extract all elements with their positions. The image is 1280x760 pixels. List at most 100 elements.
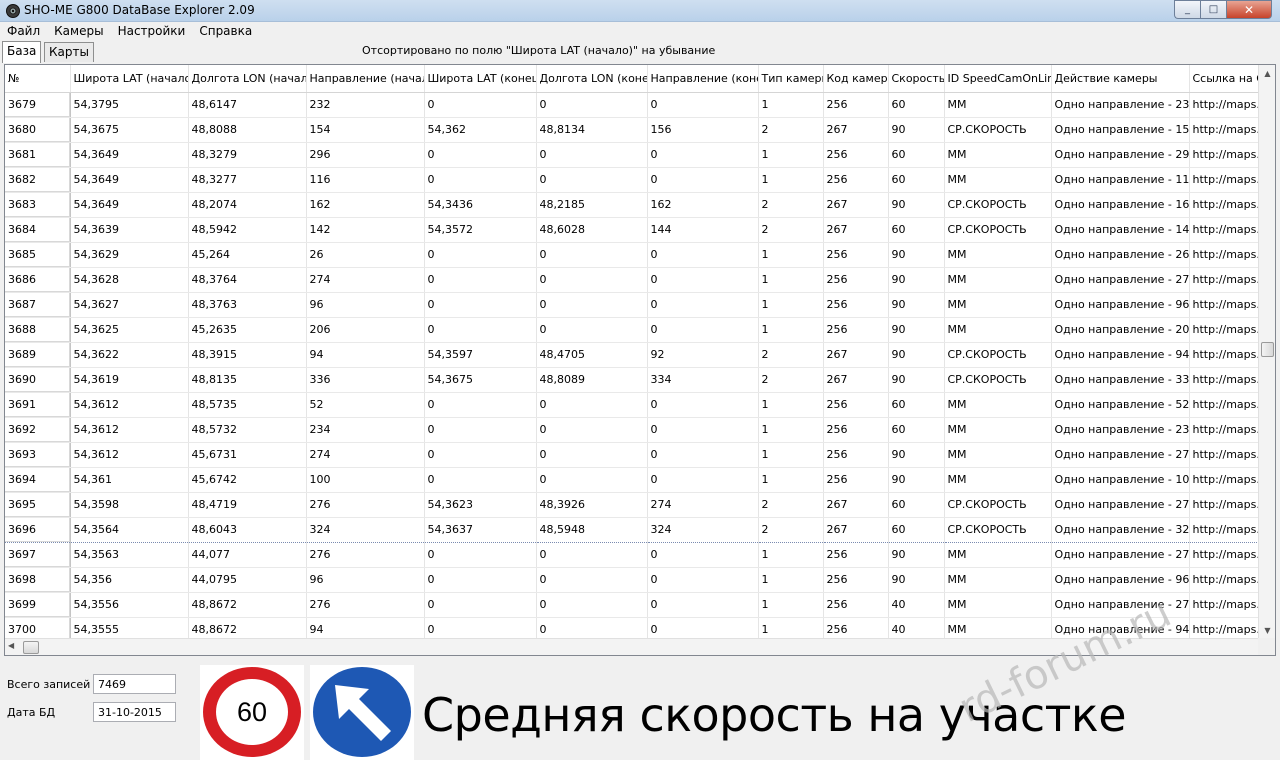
table-cell[interactable]: 276: [306, 592, 425, 618]
table-cell[interactable]: 90: [888, 267, 945, 293]
table-cell[interactable]: 48,6043: [188, 516, 307, 543]
table-row[interactable]: 3689 54,3622 48,3915 94 54,3597 48,4705 92 2 267…: [5, 342, 1258, 368]
table-cell[interactable]: 267: [823, 367, 889, 393]
row-number-cell[interactable]: 3694: [5, 467, 71, 493]
table-cell[interactable]: 48,8134: [536, 117, 648, 143]
table-cell[interactable]: Одно направление - 116: [1051, 167, 1190, 193]
table-cell[interactable]: 256: [823, 92, 889, 118]
table-row[interactable]: 3684 54,3639 48,5942 142 54,3572 48,6028 144 2 2…: [5, 217, 1258, 243]
row-number-cell[interactable]: 3698: [5, 567, 71, 593]
table-cell[interactable]: 60: [888, 392, 945, 418]
table-cell[interactable]: 0: [647, 317, 759, 343]
table-cell[interactable]: 274: [306, 267, 425, 293]
row-number-cell[interactable]: 3695: [5, 492, 71, 518]
table-row[interactable]: 3679 54,3795 48,6147 232 0 0 0 1 256 60 MM Одно нап…: [5, 92, 1258, 118]
table-cell[interactable]: 54,362: [424, 117, 537, 143]
table-cell[interactable]: 0: [647, 592, 759, 618]
table-cell[interactable]: 54,3649: [70, 142, 189, 168]
table-cell[interactable]: 0: [647, 442, 759, 468]
table-cell[interactable]: 54,3625: [70, 317, 189, 343]
table-cell[interactable]: 60: [888, 516, 945, 543]
table-cell[interactable]: 54,3649: [70, 192, 189, 218]
table-cell[interactable]: 54,3629: [70, 242, 189, 268]
scroll-up-arrow-icon[interactable]: ▲: [1259, 65, 1275, 82]
table-cell[interactable]: 267: [823, 492, 889, 518]
table-cell[interactable]: 0: [647, 167, 759, 193]
table-cell[interactable]: MM: [944, 417, 1052, 443]
table-cell[interactable]: 0: [424, 617, 537, 639]
table-cell[interactable]: Одно направление - 94: [1051, 342, 1190, 368]
scroll-left-arrow-icon[interactable]: ◀: [8, 641, 14, 650]
table-cell[interactable]: Одно направление - 296: [1051, 142, 1190, 168]
table-row[interactable]: 3681 54,3649 48,3279 296 0 0 0 1 256 60 MM Одно нап…: [5, 142, 1258, 168]
table-cell[interactable]: 0: [647, 542, 759, 568]
table-cell[interactable]: 54,3564: [70, 516, 189, 543]
table-cell[interactable]: 267: [823, 516, 889, 543]
table-cell[interactable]: Одно направление - 154: [1051, 117, 1190, 143]
table-cell[interactable]: 0: [647, 417, 759, 443]
table-cell[interactable]: 0: [536, 592, 648, 618]
table-cell[interactable]: 1: [758, 442, 824, 468]
table-cell[interactable]: Одно направление - 52: [1051, 392, 1190, 418]
table-cell[interactable]: Одно направление - 234: [1051, 417, 1190, 443]
table-cell[interactable]: 256: [823, 392, 889, 418]
column-header[interactable]: Скорость: [888, 65, 945, 93]
table-cell[interactable]: 0: [424, 417, 537, 443]
row-number-cell[interactable]: 3688: [5, 317, 71, 343]
table-cell[interactable]: 0: [424, 92, 537, 118]
table-cell[interactable]: 60: [888, 142, 945, 168]
table-cell[interactable]: 48,2185: [536, 192, 648, 218]
column-header[interactable]: Код камеры: [823, 65, 889, 93]
table-cell[interactable]: Одно направление - 206: [1051, 317, 1190, 343]
table-cell[interactable]: 48,6028: [536, 217, 648, 243]
table-cell[interactable]: 0: [424, 292, 537, 318]
table-cell[interactable]: MM: [944, 142, 1052, 168]
row-number-cell[interactable]: 3682: [5, 167, 71, 193]
table-cell[interactable]: 0: [424, 442, 537, 468]
table-cell[interactable]: 54,3649: [70, 167, 189, 193]
table-cell[interactable]: 54,3627: [70, 292, 189, 318]
table-cell[interactable]: Одно направление - 274: [1051, 267, 1190, 293]
table-cell[interactable]: 2: [758, 117, 824, 143]
table-cell[interactable]: 96: [306, 292, 425, 318]
table-cell[interactable]: 90: [888, 117, 945, 143]
table-row[interactable]: 3692 54,3612 48,5732 234 0 0 0 1 256 60 MM Одно нап…: [5, 417, 1258, 443]
table-cell[interactable]: 274: [306, 442, 425, 468]
table-cell[interactable]: 48,8089: [536, 367, 648, 393]
table-cell[interactable]: 90: [888, 442, 945, 468]
table-cell[interactable]: 90: [888, 242, 945, 268]
table-cell[interactable]: 2: [758, 516, 824, 543]
table-cell[interactable]: 0: [536, 242, 648, 268]
table-cell[interactable]: 92: [647, 342, 759, 368]
table-cell[interactable]: MM: [944, 317, 1052, 343]
table-cell[interactable]: 48,3277: [188, 167, 307, 193]
table-cell[interactable]: 276: [306, 542, 425, 568]
table-row[interactable]: 3683 54,3649 48,2074 162 54,3436 48,2185 162 2 2…: [5, 192, 1258, 218]
table-cell[interactable]: 60: [888, 492, 945, 518]
table-cell[interactable]: MM: [944, 567, 1052, 593]
table-row[interactable]: 3699 54,3556 48,8672 276 0 0 0 1 256 40 MM Одно нап…: [5, 592, 1258, 618]
table-cell[interactable]: 48,5948: [536, 516, 648, 543]
table-cell[interactable]: 1: [758, 92, 824, 118]
table-cell[interactable]: 54,356: [70, 567, 189, 593]
table-row[interactable]: 3697 54,3563 44,077 276 0 0 0 1 256 90 MM Одно напр…: [5, 542, 1258, 568]
table-cell[interactable]: 0: [647, 567, 759, 593]
table-cell[interactable]: 1: [758, 617, 824, 639]
table-cell[interactable]: 94: [306, 617, 425, 639]
table-cell[interactable]: 1: [758, 292, 824, 318]
table-cell[interactable]: 54,3639: [70, 217, 189, 243]
table-cell[interactable]: 2: [758, 192, 824, 218]
menu-cameras[interactable]: Камеры: [47, 22, 110, 41]
table-cell[interactable]: Одно направление - 276: [1051, 542, 1190, 568]
table-cell[interactable]: MM: [944, 542, 1052, 568]
table-cell[interactable]: Одно направление - 100: [1051, 467, 1190, 493]
table-cell[interactable]: 40: [888, 592, 945, 618]
table-cell[interactable]: http://maps.: [1189, 217, 1258, 243]
table-cell[interactable]: Одно направление - 232: [1051, 92, 1190, 118]
table-cell[interactable]: 256: [823, 142, 889, 168]
row-number-cell[interactable]: 3700: [5, 617, 71, 639]
table-cell[interactable]: http://maps.: [1189, 392, 1258, 418]
window-titlebar[interactable]: SHO-ME G800 DataBase Explorer 2.09 _ □ ✕: [0, 0, 1280, 22]
table-cell[interactable]: 256: [823, 567, 889, 593]
vertical-scrollbar[interactable]: ▲ ▼: [1258, 65, 1275, 639]
